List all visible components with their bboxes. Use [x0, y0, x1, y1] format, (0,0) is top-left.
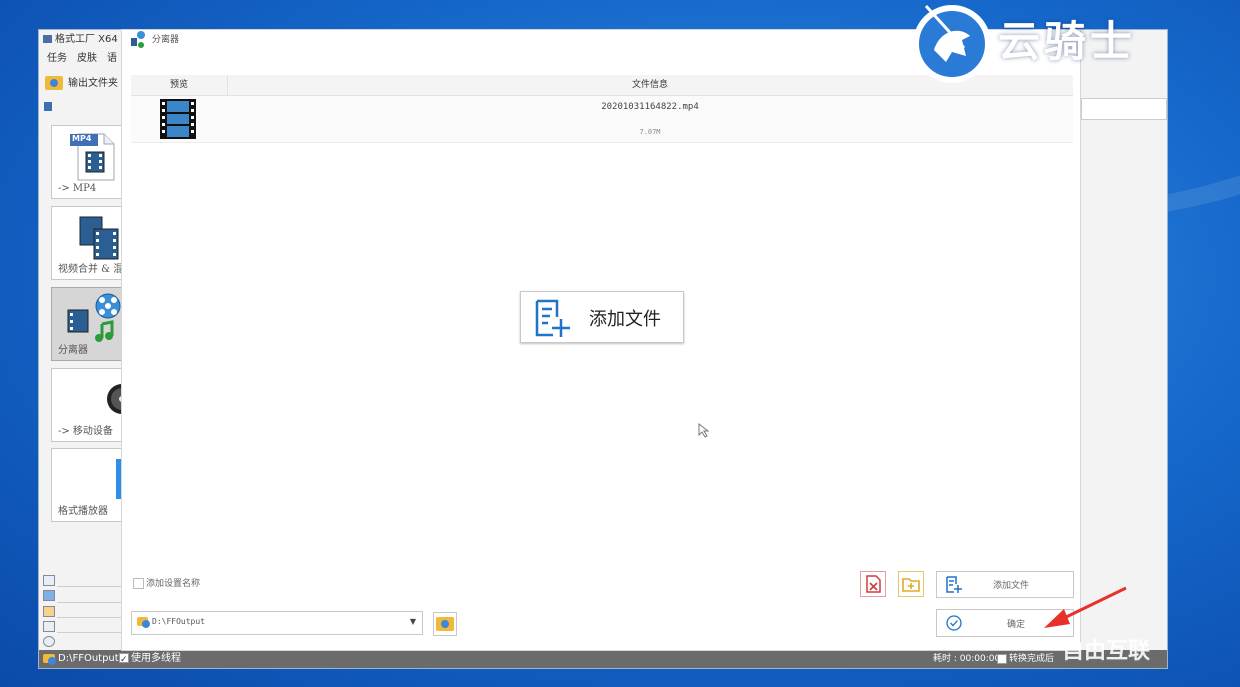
add-folder-icon — [902, 578, 920, 592]
main-titlebar: 格式工厂 X64 5 — [39, 30, 131, 50]
after-convert-group[interactable]: 转换完成后 — [997, 650, 1054, 668]
splitter-dialog: 分离器 预览 文件信息 20201031164822.mp4 7.07M 添加文… — [121, 29, 1081, 651]
tile-label: 格式播放器 — [58, 506, 108, 517]
side-icon-3[interactable] — [43, 606, 55, 617]
add-file-icon — [535, 299, 570, 337]
menu-language[interactable]: 语 — [107, 53, 117, 64]
splitter-icon — [67, 293, 121, 342]
multithread-checkbox[interactable] — [119, 651, 129, 669]
add-file-small-icon — [946, 576, 962, 593]
elapsed-time: 耗时 : 00:00:00 — [933, 654, 1001, 664]
output-path-value: D:\FFOutput — [152, 617, 205, 626]
knight-logo-icon — [913, 4, 991, 83]
tile-format-player[interactable]: 格式播放器 — [51, 448, 129, 522]
splitter-small-icon — [131, 31, 145, 48]
after-convert-checkbox[interactable] — [997, 653, 1007, 664]
divider — [57, 632, 127, 633]
menu-task[interactable]: 任务 — [47, 53, 67, 64]
path-folder-icon — [137, 617, 150, 628]
dialog-title: 分离器 — [152, 35, 180, 45]
tile-to-mp4[interactable]: MP4 -> MP4 — [51, 125, 129, 199]
side-icon-2[interactable] — [43, 590, 55, 601]
status-path-group[interactable]: D:\FFOutput — [43, 650, 119, 668]
add-file-center-button[interactable]: 添加文件 — [520, 291, 684, 343]
menu-skin[interactable]: 皮肤 — [77, 53, 97, 64]
status-folder-icon — [43, 653, 56, 665]
divider — [57, 586, 127, 587]
app-title: 格式工厂 X64 5 — [55, 34, 128, 45]
app-icon — [43, 35, 52, 43]
watermark-yunqishi: 云骑士 — [906, 0, 1226, 90]
column-preview[interactable]: 预览 — [131, 75, 228, 95]
tile-mobile-device[interactable]: -> 移动设备 — [51, 368, 129, 442]
file-name: 20201031164822.mp4 — [601, 102, 699, 112]
right-panel-header — [1081, 98, 1167, 120]
tile-label: 视频合并 & 混 — [58, 264, 124, 275]
add-setting-name-checkbox[interactable] — [133, 578, 144, 589]
add-file-center-label: 添加文件 — [589, 309, 661, 330]
multithread-group[interactable]: 使用多线程 — [119, 650, 181, 669]
red-arrow-icon — [1044, 586, 1127, 628]
multithread-label: 使用多线程 — [131, 653, 181, 664]
clear-list-icon — [866, 575, 881, 593]
table-row[interactable]: 20201031164822.mp4 7.07M — [131, 96, 1073, 143]
output-folder-label: 输出文件夹 — [68, 78, 118, 89]
side-icon-4[interactable] — [43, 621, 55, 632]
mp4-badge: MP4 — [72, 134, 92, 143]
tile-video-merge[interactable]: 视频合并 & 混 — [51, 206, 129, 280]
file-size: 7.07M — [639, 128, 661, 136]
list-view-icon[interactable] — [44, 102, 52, 111]
tile-label: -> MP4 — [58, 183, 97, 194]
bottom-watermark: 自由互联 — [1062, 639, 1151, 664]
add-folder-button[interactable] — [898, 571, 924, 597]
divider — [57, 602, 127, 603]
after-convert-label: 转换完成后 — [1009, 654, 1055, 664]
status-path: D:\FFOutput — [58, 653, 119, 664]
clear-list-button[interactable] — [860, 571, 886, 597]
browse-folder-icon — [436, 617, 454, 631]
tile-label: 分离器 — [58, 345, 88, 356]
watermark-text: 云骑士 — [998, 17, 1137, 66]
video-thumbnail-icon — [160, 99, 196, 139]
side-icon-1[interactable] — [43, 575, 55, 586]
dropdown-arrow-icon: ▼ — [409, 617, 416, 626]
add-file-button-label: 添加文件 — [993, 581, 1030, 591]
tile-label: -> 移动设备 — [58, 426, 113, 437]
output-folder-button[interactable]: 输出文件夹 — [45, 74, 129, 94]
ok-button-label: 确定 — [1007, 620, 1026, 630]
browse-folder-button[interactable] — [433, 612, 457, 636]
mouse-cursor-icon — [698, 423, 710, 438]
side-icon-5[interactable] — [43, 636, 55, 647]
divider — [57, 617, 127, 618]
output-folder-icon — [45, 76, 63, 90]
output-path-select[interactable]: D:\FFOutput ▼ — [131, 611, 423, 635]
add-setting-name-label: 添加设置名称 — [146, 579, 201, 589]
main-statusbar: D:\FFOutput 使用多线程 耗时 : 00:00:00 转换完成后 — [39, 650, 1167, 669]
tile-splitter[interactable]: 分离器 — [51, 287, 129, 361]
check-circle-icon — [946, 615, 962, 631]
